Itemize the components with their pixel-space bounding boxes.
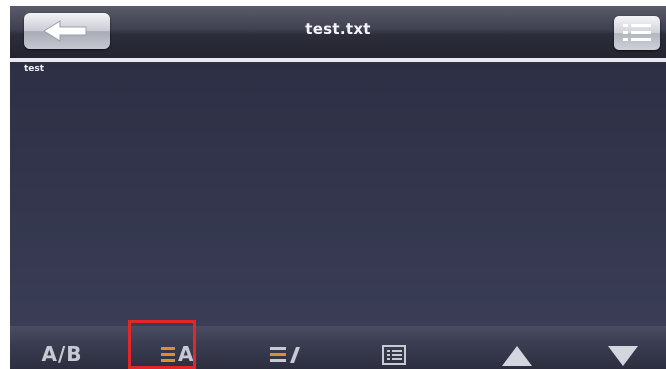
selection-highlight-box bbox=[128, 320, 196, 369]
arrow-up-icon bbox=[502, 346, 532, 366]
page-list-button[interactable] bbox=[338, 326, 442, 369]
page-list-icon bbox=[382, 345, 406, 365]
edit-lines-button[interactable] bbox=[232, 326, 336, 369]
ab-toggle-label: A/B bbox=[41, 342, 83, 366]
scroll-down-button[interactable] bbox=[562, 326, 666, 369]
bottom-toolbar: A/B A bbox=[10, 326, 666, 369]
ab-toggle-button[interactable]: A/B bbox=[10, 326, 114, 369]
reader-screen: test.txt test A/B A bbox=[10, 6, 666, 369]
title-bar: test.txt bbox=[10, 6, 666, 58]
text-content-area[interactable]: test bbox=[10, 62, 666, 326]
arrow-down-icon bbox=[608, 346, 638, 366]
scroll-up-button[interactable] bbox=[462, 326, 566, 369]
document-text: test bbox=[24, 64, 45, 74]
edit-lines-icon bbox=[270, 347, 300, 363]
list-menu-icon bbox=[623, 24, 651, 41]
page-title: test.txt bbox=[305, 20, 371, 38]
menu-button[interactable] bbox=[614, 16, 660, 50]
